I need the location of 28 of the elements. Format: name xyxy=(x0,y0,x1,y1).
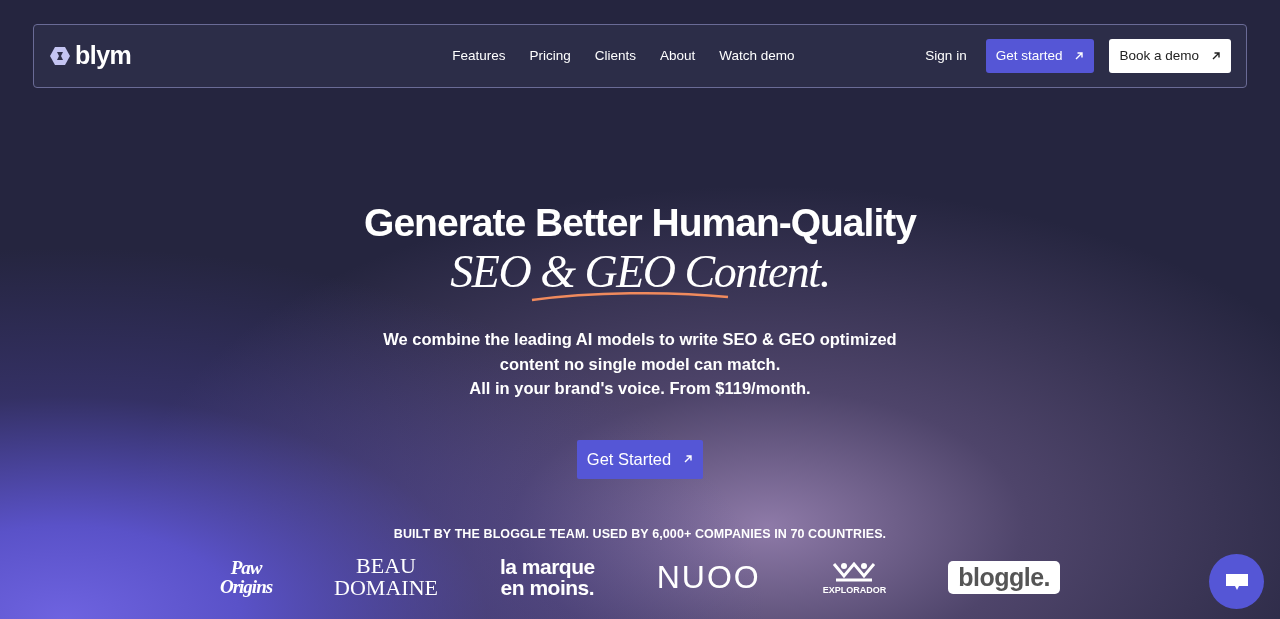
client-logo: la marque en moins. xyxy=(500,556,595,599)
nav-link[interactable]: About xyxy=(660,45,696,67)
client-logo: BEAU DOMAINE xyxy=(334,555,438,600)
nav-link[interactable]: Features xyxy=(452,45,506,67)
headline: Generate Better Human-Quality xyxy=(363,200,918,246)
client-tagline: BUILT BY THE BLOGGLE TEAM. USED BY 6,000+ COMPANIES IN 70 COUNTRIES. xyxy=(392,525,888,543)
logo-icon xyxy=(49,46,71,66)
get-started-button[interactable]: Get Started xyxy=(576,439,704,479)
sign-in-link[interactable]: Sign in xyxy=(925,45,967,67)
client-logo: EXPLORADOR xyxy=(822,559,887,595)
client-logo: Paw Origins xyxy=(219,558,273,597)
arrow-icon xyxy=(1211,51,1221,61)
nav-link[interactable]: Watch demo xyxy=(719,45,795,67)
client-logo: bloggle. xyxy=(948,560,1061,594)
get-started-button[interactable]: Get started xyxy=(985,38,1095,74)
nav-link[interactable]: Pricing xyxy=(529,45,571,67)
chat-icon xyxy=(1224,571,1249,592)
hero-text: content no single model can match. xyxy=(498,353,782,375)
book-demo-button[interactable]: Book a demo xyxy=(1109,38,1231,74)
hero-text: We combine the leading AI models to write SEO & GEO optimized xyxy=(382,329,898,351)
arrow-icon xyxy=(1074,51,1085,61)
arrow-icon xyxy=(683,454,694,465)
headline-italic: SEO & GEO Content. xyxy=(450,246,830,298)
client-logo: NUOO xyxy=(656,561,761,594)
chat-button[interactable] xyxy=(1209,554,1264,609)
brand-name: blym xyxy=(75,40,132,72)
hero-text: All in your brand's voice. From $119/month. xyxy=(468,378,812,400)
nav-link[interactable]: Clients xyxy=(594,45,636,67)
